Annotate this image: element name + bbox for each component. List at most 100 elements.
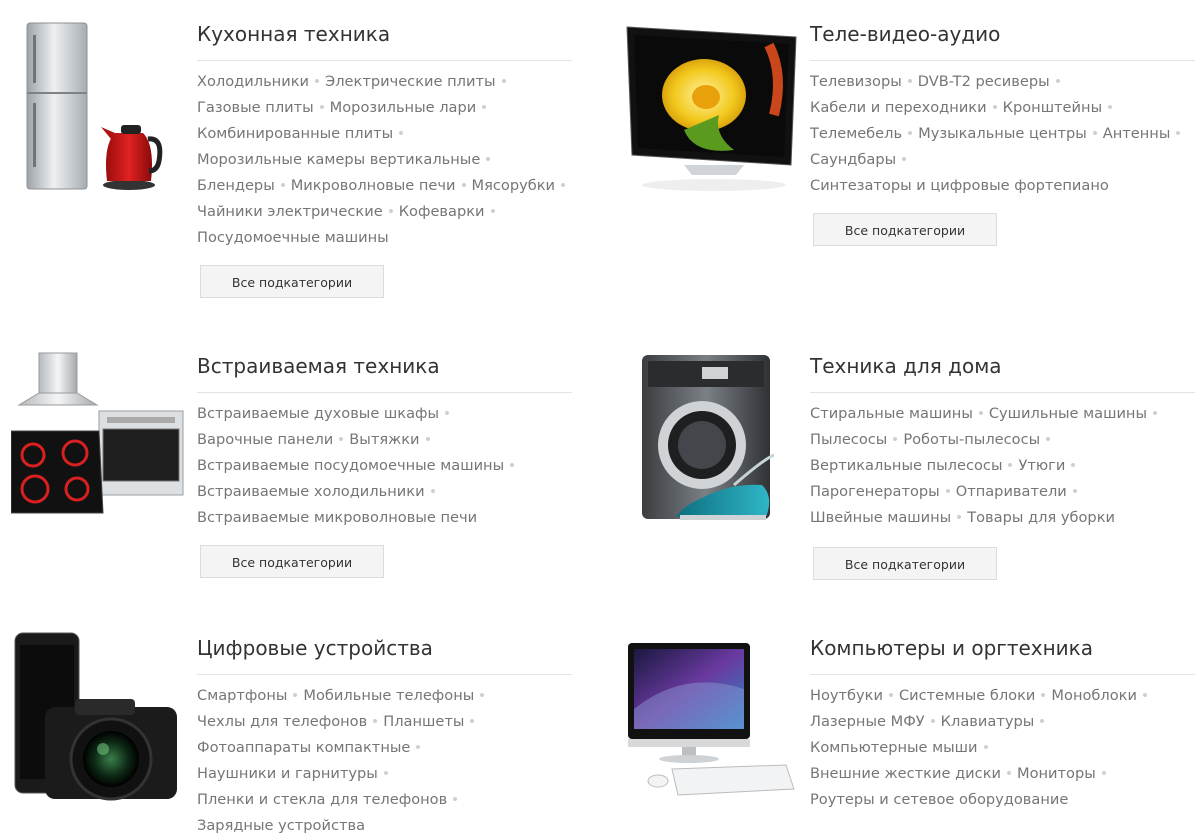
subcategory-link[interactable]: Морозильные камеры вертикальные [197, 151, 480, 168]
tv-image[interactable] [624, 15, 799, 200]
category-title[interactable]: Встраиваемая техника [197, 347, 572, 393]
subcategory-link[interactable]: Встраиваемые духовые шкафы [197, 405, 439, 422]
separator-dot [461, 183, 466, 187]
subcategory-link[interactable]: Роутеры и сетевое оборудование [810, 791, 1068, 808]
subcategory-link[interactable]: Блендеры [197, 177, 275, 194]
subcategory-line: Комбинированные плиты [197, 121, 572, 147]
subcategory-link[interactable]: Морозильные лари [330, 99, 477, 116]
washing-machine-iron-image[interactable] [624, 347, 799, 532]
subcategory-link[interactable]: Мобильные телефоны [303, 687, 474, 704]
separator-dot [1055, 79, 1060, 83]
subcategory-link[interactable]: Кофеварки [399, 203, 485, 220]
separator-dot [445, 411, 450, 415]
separator-dot [453, 797, 458, 801]
category-title[interactable]: Техника для дома [810, 347, 1195, 393]
all-subcategories-button[interactable]: Все подкатегории [200, 265, 384, 298]
subcategory-link[interactable]: Фотоаппараты компактные [197, 739, 410, 756]
subcategory-line: Встраиваемые посудомоечные машины [197, 453, 572, 479]
subcategory-line: Варочные панели Вытяжки [197, 427, 572, 453]
subcategory-link[interactable]: Планшеты [383, 713, 464, 730]
subcategory-link[interactable]: Мясорубки [472, 177, 556, 194]
subcategory-link[interactable]: Газовые плиты [197, 99, 314, 116]
fridge-kettle-image[interactable] [11, 15, 186, 200]
subcategory-link[interactable]: Чехлы для телефонов [197, 713, 367, 730]
category-title[interactable]: Цифровые устройства [197, 629, 572, 675]
all-in-one-pc-image[interactable] [624, 629, 799, 814]
subcategory-link[interactable]: Товары для уборки [967, 509, 1115, 526]
subcategory-link[interactable]: Встраиваемые холодильники [197, 483, 425, 500]
subcategory-line: Синтезаторы и цифровые фортепиано [810, 173, 1195, 199]
subcategory-link[interactable]: Вертикальные пылесосы [810, 457, 1002, 474]
subcategory-list: Смартфоны Мобильные телефоны Чехлы для тел… [197, 683, 572, 839]
subcategory-link[interactable]: Саундбары [810, 151, 896, 168]
separator-dot [908, 131, 913, 135]
all-subcategories-button[interactable]: Все подкатегории [813, 213, 997, 246]
subcategory-link[interactable]: Комбинированные плиты [197, 125, 393, 142]
category-title[interactable]: Теле-видео-аудио [810, 15, 1195, 61]
subcategory-link[interactable]: Пленки и стекла для телефонов [197, 791, 447, 808]
subcategory-line: Наушники и гарнитуры [197, 761, 572, 787]
subcategory-link[interactable]: Парогенераторы [810, 483, 940, 500]
subcategory-link[interactable]: Холодильники [197, 73, 309, 90]
subcategory-link[interactable]: Антенны [1103, 125, 1171, 142]
all-subcategories-button[interactable]: Все подкатегории [200, 545, 384, 578]
subcategory-link[interactable]: Пылесосы [810, 431, 887, 448]
subcategory-link[interactable]: Телевизоры [810, 73, 902, 90]
category-title[interactable]: Кухонная техника [197, 15, 572, 61]
subcategory-link[interactable]: Синтезаторы и цифровые фортепиано [810, 177, 1109, 194]
subcategory-link[interactable]: Вытяжки [349, 431, 419, 448]
subcategory-link[interactable]: Телемебель [810, 125, 902, 142]
subcategory-link[interactable]: Швейные машины [810, 509, 951, 526]
separator-dot [315, 79, 320, 83]
subcategory-link[interactable]: Наушники и гарнитуры [197, 765, 378, 782]
subcategory-list: Ноутбуки Системные блоки Моноблоки Лазерные… [810, 683, 1195, 813]
category-title[interactable]: Компьютеры и оргтехника [810, 629, 1195, 675]
subcategory-link[interactable]: Встраиваемые микроволновые печи [197, 509, 477, 526]
subcategory-link[interactable]: Клавиатуры [941, 713, 1035, 730]
subcategory-link[interactable]: Кронштейны [1003, 99, 1102, 116]
subcategory-link[interactable]: Зарядные устройства [197, 817, 365, 834]
subcategory-link[interactable]: Сушильные машины [989, 405, 1147, 422]
subcategory-link[interactable]: Встраиваемые посудомоечные машины [197, 457, 504, 474]
subcategory-link[interactable]: Внешние жесткие диски [810, 765, 1001, 782]
subcategory-link[interactable]: Посудомоечные машины [197, 229, 389, 246]
subcategory-link[interactable]: Моноблоки [1051, 687, 1137, 704]
separator-dot [486, 157, 491, 161]
subcategory-link[interactable]: Отпариватели [956, 483, 1067, 500]
subcategory-link[interactable]: Роботы-пылесосы [903, 431, 1040, 448]
separator-dot [470, 719, 475, 723]
subcategory-link[interactable]: Компьютерные мыши [810, 739, 978, 756]
subcategory-link[interactable]: DVB-T2 ресиверы [918, 73, 1050, 90]
builtin-appliances-image[interactable] [11, 347, 186, 532]
separator-dot [383, 771, 388, 775]
subcategory-list: Стиральные машины Сушильные машины Пылесос… [810, 401, 1195, 531]
subcategory-link[interactable]: Стиральные машины [810, 405, 973, 422]
subcategory-link[interactable]: Системные блоки [899, 687, 1035, 704]
all-subcategories-button[interactable]: Все подкатегории [813, 547, 997, 580]
subcategory-link[interactable]: Ноутбуки [810, 687, 883, 704]
separator-dot [480, 693, 485, 697]
phone-camera-image[interactable] [11, 629, 186, 814]
subcategory-link[interactable]: Смартфоны [197, 687, 287, 704]
subcategory-line: Саундбары [810, 147, 1195, 173]
subcategory-line: Холодильники Электрические плиты [197, 69, 572, 95]
subcategory-line: Ноутбуки Системные блоки Моноблоки [810, 683, 1195, 709]
subcategory-link[interactable]: Чайники электрические [197, 203, 383, 220]
separator-dot [399, 131, 404, 135]
separator-dot [280, 183, 285, 187]
subcategory-list: Встраиваемые духовые шкафы Варочные панел… [197, 401, 572, 531]
subcategory-line: Роутеры и сетевое оборудование [810, 787, 1195, 813]
separator-dot [1092, 131, 1097, 135]
subcategory-link[interactable]: Кабели и переходники [810, 99, 987, 116]
subcategory-link[interactable]: Микроволновые печи [291, 177, 456, 194]
subcategory-line: Вертикальные пылесосы Утюги [810, 453, 1195, 479]
subcategory-link[interactable]: Электрические плиты [325, 73, 495, 90]
subcategory-link[interactable]: Музыкальные центры [918, 125, 1087, 142]
subcategory-link[interactable]: Лазерные МФУ [810, 713, 925, 730]
separator-dot [373, 719, 378, 723]
subcategory-link[interactable]: Варочные панели [197, 431, 333, 448]
separator-dot [501, 79, 506, 83]
subcategory-link[interactable]: Утюги [1018, 457, 1065, 474]
separator-dot [1008, 463, 1013, 467]
subcategory-link[interactable]: Мониторы [1017, 765, 1096, 782]
